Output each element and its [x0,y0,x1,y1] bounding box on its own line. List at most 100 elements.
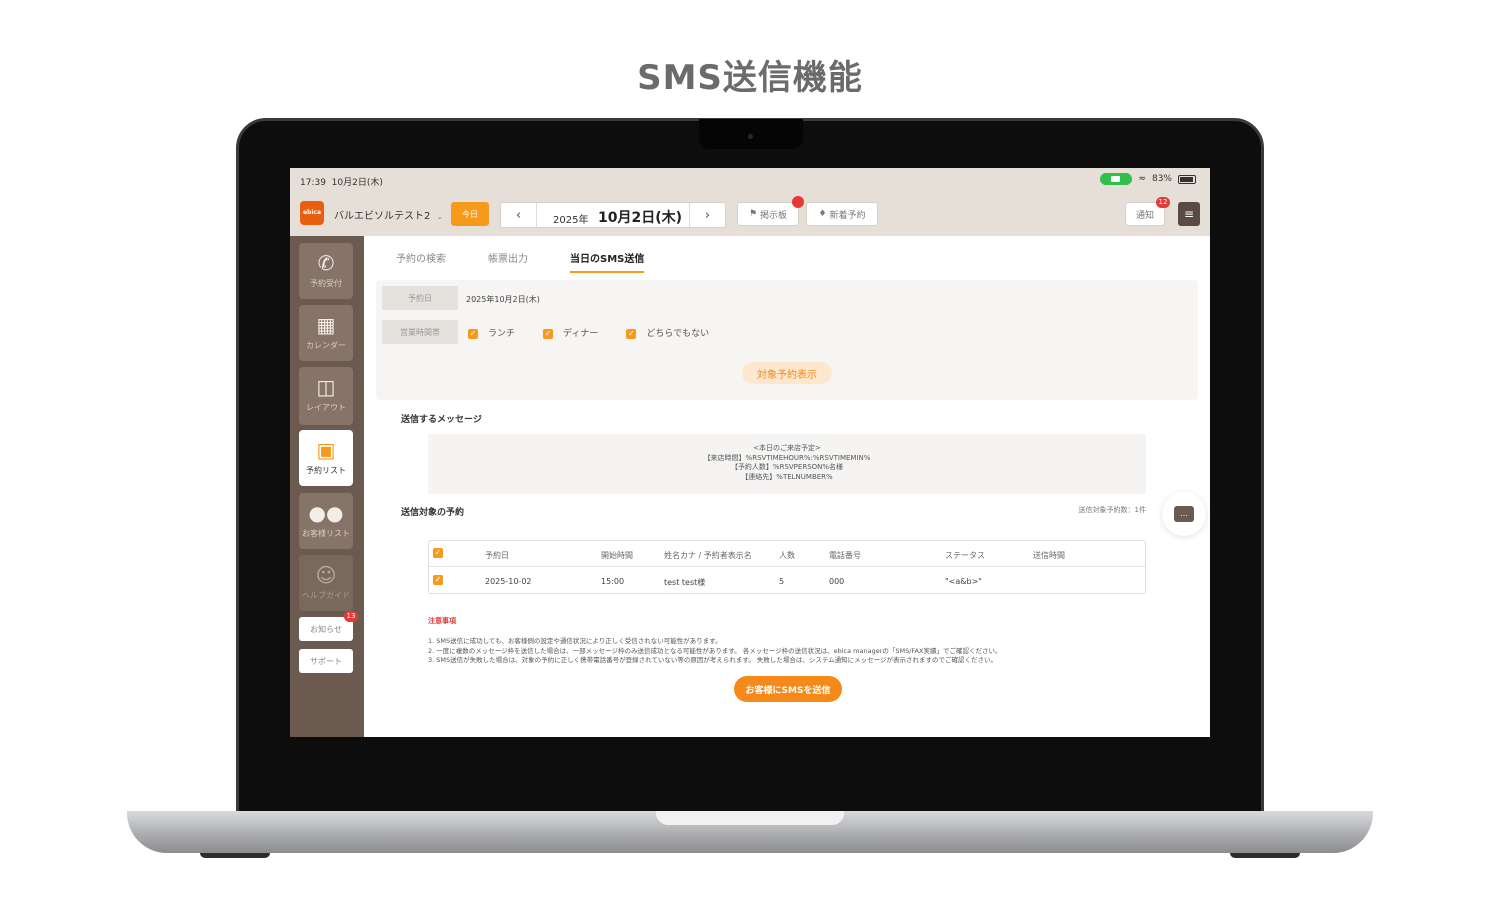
sidebar-item-customer-list[interactable]: ●● お客様リスト [299,493,353,549]
main-content: 予約の検索 帳票出力 当日のSMS送信 予約日 2025年10月2日(木) 営業… [364,236,1210,737]
camera-notch [699,119,803,149]
board-button[interactable]: ⚑ 掲示板 [737,202,799,226]
base-notch [656,811,844,825]
filter-panel: 予約日 2025年10月2日(木) 営業時間帯 ✓ ランチ ✓ ディナー ✓ どちらで… [376,280,1198,400]
message-section-title: 送信するメッセージ [401,415,482,425]
message-line: 【予約人数】%RSVPERSON%名様 [730,463,844,471]
tab-report[interactable]: 帳票出力 [488,250,528,273]
option-lunch[interactable]: ✓ ランチ [468,326,515,339]
hamburger-menu-icon[interactable]: ≡ [1178,202,1200,226]
column-header: ステータス [945,551,985,560]
tab-bar: 予約の検索 帳票出力 当日のSMS送信 [396,250,645,273]
sidebar-item-reservation-list[interactable]: ▣ 予約リスト [299,430,353,486]
option-dinner[interactable]: ✓ ディナー [543,326,598,339]
tab-search[interactable]: 予約の検索 [396,250,446,273]
new-reservation-button[interactable]: ♦ 新着予約 [806,202,878,226]
status-time: 17:39 [300,178,326,188]
chat-button[interactable]: … [1162,492,1206,536]
sidebar-item-label: ヘルプガイド [302,591,350,600]
message-preview: <本日のご来店予定> 【来店時間】%RSVTIMEHOUR%:%RSVTIMEM… [428,434,1146,494]
time-slot-label: 営業時間帯 [382,320,458,344]
laptop-foot-left [200,853,270,858]
date-navigator: ‹ 2025年 10月2日(木) › [500,202,726,228]
column-header: 人数 [779,551,795,560]
store-name: バルエビソルテスト2 [334,211,431,222]
users-icon: ●● [308,501,344,525]
laptop-base [127,811,1373,853]
option-label: ランチ [488,329,516,339]
table-header-row: ✓ 予約日 開始時間 姓名カナ / 予約者表示名 人数 電話番号 ステータス 送… [429,541,1145,567]
notes-list: 1. SMS送信に成功しても、お客様側の設定や通信状況により正しく受信されない可… [428,637,1148,666]
date-year: 2025年 [553,215,589,226]
guide-icon: ☺ [315,563,337,587]
chevron-down-icon: ⌄ [436,212,444,221]
book-icon: ▣ [316,438,336,462]
checkbox-checked-icon: ✓ [626,328,637,339]
sidebar-item-label: レイアウト [306,403,346,412]
sidebar-item-label: お客様リスト [302,529,350,538]
phone-icon: ✆ [317,251,335,275]
table-row[interactable]: ✓ 2025-10-02 15:00 test test様 5 000 "<a&… [429,568,1145,594]
laptop-foot-right [1230,853,1300,858]
battery-icon [1178,174,1196,184]
top-bar: ebica バルエビソルテスト2 ⌄ 今日 ‹ 2025年 10月2日(木) › … [290,192,1210,236]
date-label: 予約日 [382,286,458,310]
sidebar-item-help-guide[interactable]: ☺ ヘルプガイド [299,555,353,611]
checkbox-checked-icon: ✓ [468,328,478,339]
option-label: ディナー [563,329,599,339]
sidebar-item-label: 予約受付 [310,279,342,288]
prev-day-button[interactable]: ‹ [501,203,537,227]
notes-title: 注意事項 [428,617,456,625]
ebica-logo: ebica [300,201,324,225]
send-sms-button[interactable]: お客様にSMSを送信 [734,676,842,702]
status-bar: 17:39 10月2日(木) ≈ 83% [290,168,1210,192]
target-count: 送信対象予約数：1件 [1078,506,1146,514]
option-label: どちらでもない [646,329,710,339]
app-screen: 17:39 10月2日(木) ≈ 83% ebica バルエビソルテスト2 ⌄ 今… [290,168,1210,737]
battery-percent: 83% [1151,174,1172,184]
targets-section-title: 送信対象の予約 [401,508,465,518]
chat-icon: … [1174,506,1194,522]
store-selector[interactable]: バルエビソルテスト2 ⌄ [334,207,443,222]
current-date[interactable]: 10月2日(木) [598,207,682,227]
status-icons: ≈ 83% [1100,173,1196,185]
message-line: 【連絡先】%TELNUMBER% [741,472,833,481]
layout-icon: ◫ [316,375,336,399]
megaphone-icon: ⚑ [748,209,758,219]
note-item: 2. 一度に複数のメッセージ枠を送信した場合は、一部メッセージ枠のみ送信成功とな… [428,646,1002,655]
column-header: 予約日 [485,551,509,560]
targets-table: ✓ 予約日 開始時間 姓名カナ / 予約者表示名 人数 電話番号 ステータス 送… [428,540,1146,594]
show-reservations-button[interactable]: 対象予約表示 [742,362,832,384]
time-slot-options: ✓ ランチ ✓ ディナー ✓ どちらでもない [468,326,709,339]
column-header: 送信時間 [1033,551,1065,560]
camera-icon [748,134,753,139]
next-day-button[interactable]: › [689,203,725,227]
cell-phone: 000 [829,577,845,586]
sidebar-item-label: カレンダー [306,341,346,350]
select-all-checkbox[interactable]: ✓ [433,548,443,558]
status-date: 10月2日(木) [331,178,383,188]
sidebar-item-layout[interactable]: ◫ レイアウト [299,367,353,425]
page-title: SMS送信機能 [637,58,863,98]
bell-icon: ♦ [818,209,827,219]
calendar-icon: ▦ [316,313,336,337]
cell-name: test test様 [664,578,706,587]
sidebar-item-reception[interactable]: ✆ 予約受付 [299,243,353,299]
news-badge: 13 [344,611,358,622]
board-label: 掲示板 [760,210,788,221]
note-item: 1. SMS送信に成功しても、お客様側の設定や通信状況により正しく受信されない可… [428,637,722,645]
today-button[interactable]: 今日 [451,202,489,226]
message-line: <本日のご来店予定> [753,444,821,452]
tab-sms[interactable]: 当日のSMS送信 [570,250,645,273]
status-clock: 17:39 10月2日(木) [300,175,383,188]
cell-start-time: 15:00 [601,577,625,586]
sidebar: ✆ 予約受付 ▦ カレンダー ◫ レイアウト ▣ 予約リスト ●● お客様リスト… [290,236,364,737]
date-value: 2025年10月2日(木) [466,295,540,304]
row-checkbox[interactable]: ✓ [433,575,443,585]
sidebar-item-calendar[interactable]: ▦ カレンダー [299,305,353,361]
sidebar-item-label: 予約リスト [306,466,346,475]
support-button[interactable]: サポート [299,649,353,673]
camera-indicator-icon [1100,173,1133,185]
cell-date: 2025-10-02 [485,577,532,586]
option-neither[interactable]: ✓ どちらでもない [626,326,709,339]
